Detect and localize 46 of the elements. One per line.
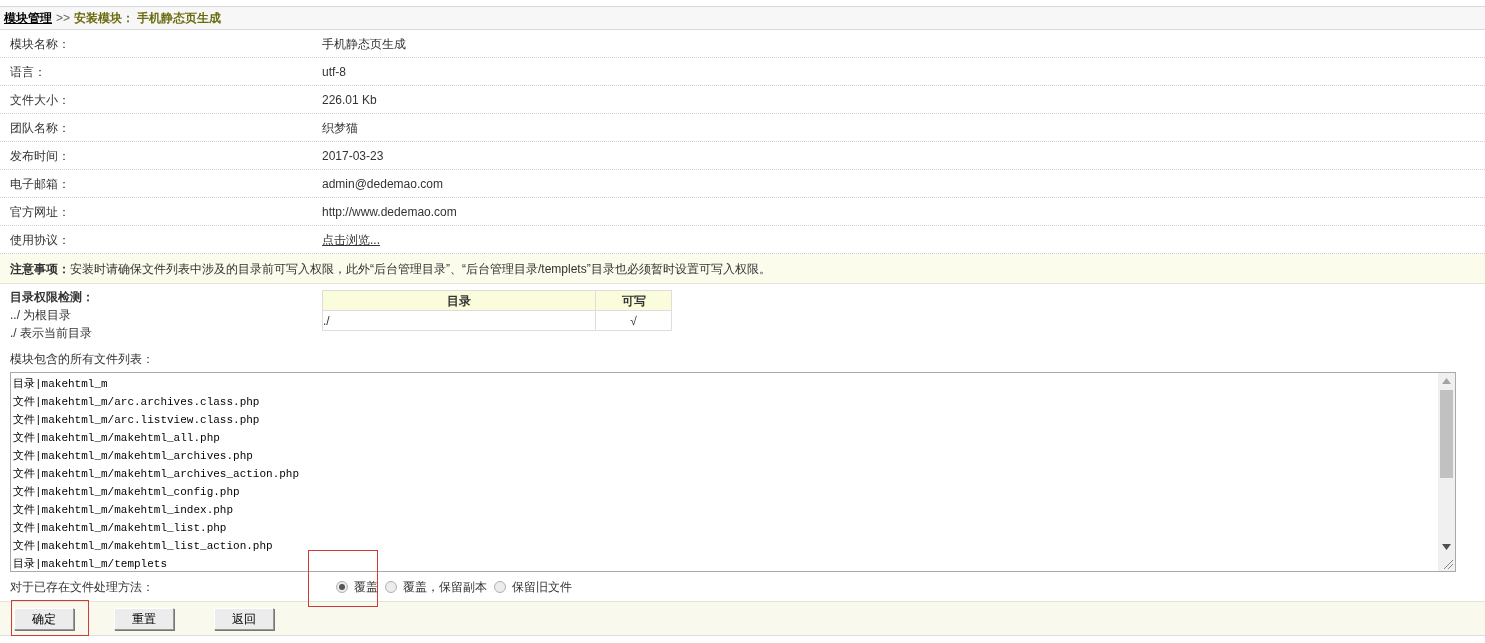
- table-cell: ./: [322, 310, 596, 331]
- breadcrumb-current: 安装模块： 手机静态页生成: [74, 10, 222, 27]
- file-line: 目录|makehtml_m: [13, 377, 108, 392]
- file-line: 文件|makehtml_m/makehtml_archives_action.php: [13, 467, 300, 482]
- breadcrumb-link[interactable]: 模块管理: [4, 9, 52, 27]
- field-label: 团队名称：: [9, 119, 71, 137]
- table-header: 目录: [322, 290, 596, 311]
- field-label: 使用协议：: [9, 231, 71, 249]
- breadcrumb-separator: >>: [56, 10, 70, 27]
- file-line: 文件|makehtml_m/makehtml_index.php: [13, 503, 234, 518]
- field-value: 2017-03-23: [322, 147, 384, 165]
- table-cell: √: [595, 310, 672, 331]
- field-label: 文件大小：: [9, 91, 71, 109]
- radio-option[interactable]: 覆盖，保留副本: [385, 577, 487, 596]
- field-label: 语言：: [9, 63, 47, 81]
- radio-option[interactable]: 保留旧文件: [494, 577, 572, 596]
- notice-text: 注意事项：安装时请确保文件列表中涉及的目录前可写入权限，此外“后台管理目录”、“后台管理目录/templets”目录也必须暂时设置可写入权限。: [10, 260, 771, 278]
- field-value: 织梦猫: [322, 119, 358, 137]
- agreement-link[interactable]: 点击浏览...: [322, 230, 380, 249]
- file-line: 文件|makehtml_m/makehtml_list_action.php: [13, 539, 273, 554]
- field-label: 发布时间：: [9, 147, 71, 165]
- permission-note: ../ 为根目录: [10, 307, 73, 324]
- file-line: 文件|makehtml_m/arc.archives.class.php: [13, 395, 260, 410]
- file-line: 文件|makehtml_m/makehtml_list.php: [13, 521, 227, 536]
- field-value: http://www.dedemao.com: [322, 203, 457, 221]
- field-label: 对于已存在文件处理方法：: [9, 578, 155, 596]
- field-value: 226.01 Kb: [322, 91, 377, 109]
- field-value: admin@dedemao.com: [322, 175, 443, 193]
- file-line: 文件|makehtml_m/makehtml_config.php: [13, 485, 240, 500]
- radio-option[interactable]: 覆盖: [336, 577, 378, 596]
- form-button[interactable]: 返回: [214, 607, 274, 630]
- permission-title: 目录权限检测：: [10, 289, 95, 306]
- permission-note: ./ 表示当前目录: [10, 325, 93, 342]
- table-header: 可写: [595, 290, 672, 311]
- form-button[interactable]: 重置: [114, 607, 174, 630]
- file-line: 文件|makehtml_m/arc.listview.class.php: [13, 413, 260, 428]
- form-button[interactable]: 确定: [14, 607, 74, 630]
- file-list-label: 模块包含的所有文件列表：: [10, 351, 154, 368]
- file-line: 文件|makehtml_m/makehtml_archives.php: [13, 449, 253, 464]
- file-line: 目录|makehtml_m/templets: [13, 557, 168, 571]
- field-value: utf-8: [322, 63, 346, 81]
- field-label: 电子邮箱：: [9, 175, 71, 193]
- file-line: 文件|makehtml_m/makehtml_all.php: [13, 431, 220, 446]
- field-label: 官方网址：: [9, 203, 71, 221]
- field-label: 模块名称：: [9, 35, 71, 53]
- field-value: 手机静态页生成: [322, 35, 406, 53]
